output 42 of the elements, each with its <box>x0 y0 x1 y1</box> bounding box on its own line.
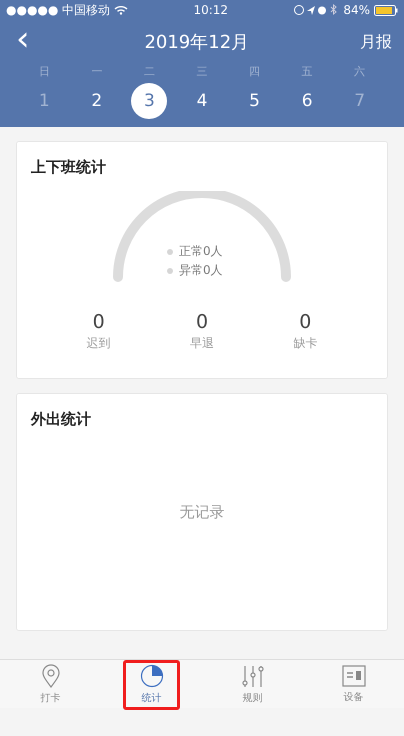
weekday-label: 三 <box>195 64 208 79</box>
legend-dot <box>167 248 173 254</box>
wifi-icon <box>114 5 128 15</box>
day-button[interactable]: 4 <box>184 83 220 119</box>
stat-label: 早退 <box>190 335 214 352</box>
back-button[interactable]: ‹ <box>12 22 34 56</box>
battery-label: 84% <box>343 3 370 17</box>
monthly-report-button[interactable]: 月报 <box>360 32 392 52</box>
sliders-icon <box>242 664 264 688</box>
weekday-label: 五 <box>300 64 314 79</box>
weekday-label: 六 <box>353 64 366 79</box>
tab-button[interactable]: 统计 <box>101 660 202 708</box>
weekday-label: 一 <box>90 64 104 79</box>
card-title: 上下班统计 <box>31 158 107 177</box>
battery-icon <box>374 4 398 16</box>
device-icon <box>342 664 366 686</box>
day-button[interactable]: 2 <box>78 83 115 119</box>
tab-button[interactable]: 打卡 <box>0 660 101 708</box>
stat-value: 0 <box>196 311 208 333</box>
stat-label: 缺卡 <box>293 335 318 352</box>
weekday-label: 日 <box>38 64 51 79</box>
status-icons <box>293 4 340 16</box>
clock-label: 10:12 <box>193 3 228 17</box>
month-title: 2019年12月 <box>144 31 250 54</box>
weekday-label: 四 <box>248 64 262 79</box>
stat-label: 迟到 <box>86 335 111 352</box>
day-button[interactable]: 6 <box>289 83 326 119</box>
day-button[interactable]: 5 <box>236 83 273 119</box>
empty-message: 无记录 <box>180 503 224 522</box>
legend-dot <box>167 268 173 274</box>
weekday-label: 二 <box>142 64 156 79</box>
legend-label: 正常0人 <box>179 243 223 260</box>
legend-label: 异常0人 <box>179 262 223 279</box>
tab-button[interactable]: 规则 <box>202 660 303 708</box>
tab-button[interactable]: 设备 <box>303 660 404 708</box>
carrier-label: ●●●●● 中国移动 <box>6 2 110 18</box>
day-button[interactable]: 3 <box>131 83 168 119</box>
location-pin-icon <box>40 664 60 688</box>
card-title: 外出统计 <box>31 410 92 429</box>
pie-chart-icon <box>140 664 164 688</box>
stat-value: 0 <box>92 311 105 333</box>
stat-value: 0 <box>299 311 312 333</box>
